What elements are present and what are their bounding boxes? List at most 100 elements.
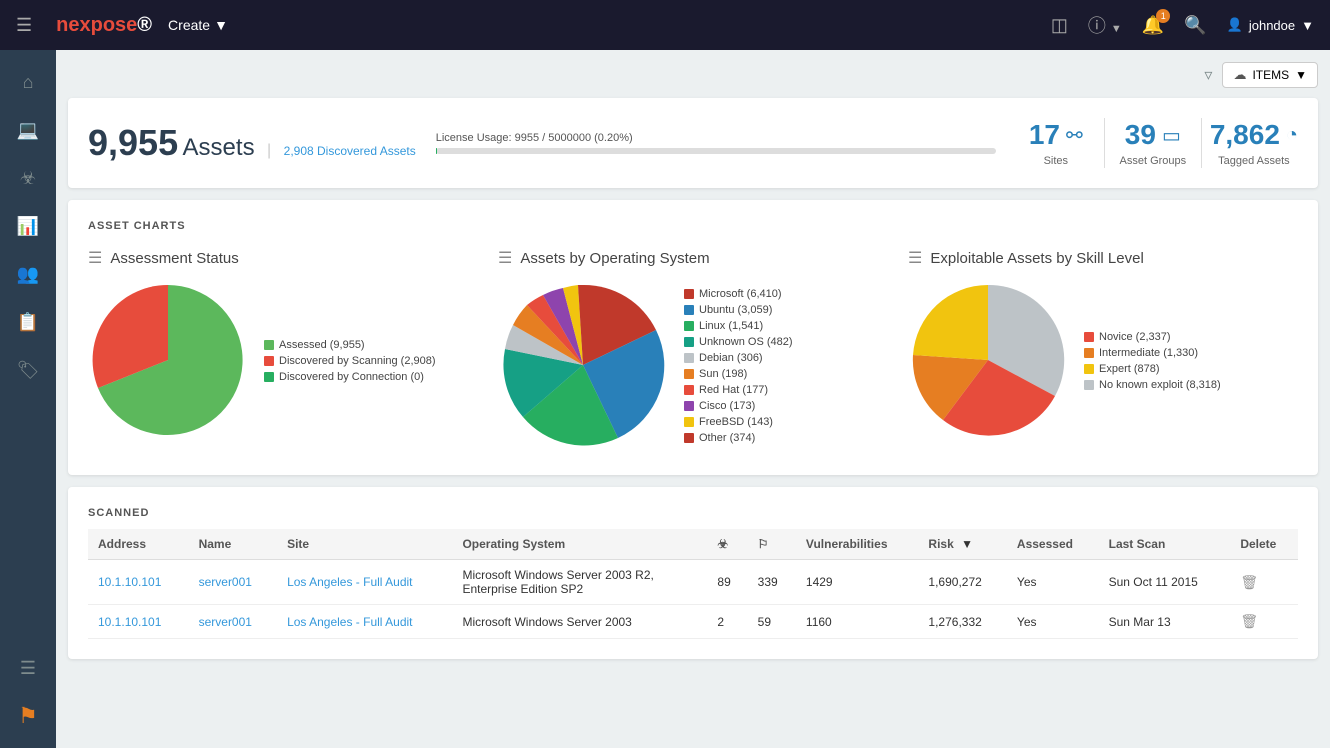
app-logo: nexpose® <box>56 14 152 37</box>
total-assets-count: 9,955 <box>88 122 178 163</box>
sidebar-item-list[interactable]: ☰ <box>8 648 48 688</box>
cell-vuln1: 2 <box>707 605 747 639</box>
delete-button[interactable]: 🗑 <box>1240 613 1258 630</box>
cell-site: Los Angeles - Full Audit <box>277 605 452 639</box>
groups-count: 39 <box>1125 119 1156 151</box>
user-chevron-icon: ▼ <box>1301 18 1314 33</box>
assessment-legend: Assessed (9,955) Discovered by Scanning … <box>264 339 436 387</box>
license-section: License Usage: 9955 / 5000000 (0.20%) <box>436 132 996 154</box>
cell-vuln2: 59 <box>748 605 796 639</box>
sites-stat: 17 ⚯ Sites <box>1016 119 1096 167</box>
table-header: Address Name Site Operating System ☣ ⚐ V… <box>88 529 1298 560</box>
items-button[interactable]: ☁ ITEMS ▼ <box>1222 62 1318 88</box>
groups-label: Asset Groups <box>1120 155 1187 167</box>
charts-grid: ☰ Assessment Status <box>88 248 1298 455</box>
sidebar-item-home[interactable]: ⌂ <box>8 62 48 102</box>
scanned-section-label: SCANNED <box>88 507 1298 519</box>
legend-item-cisco: Cisco (173) <box>684 400 793 412</box>
cloud-icon: ☁ <box>1233 67 1246 83</box>
license-text: License Usage: 9955 / 5000000 (0.20%) <box>436 132 996 144</box>
cell-address: 10.1.10.101 <box>88 605 189 639</box>
cell-site: Los Angeles - Full Audit <box>277 560 452 605</box>
legend-item-connection: Discovered by Connection (0) <box>264 371 436 383</box>
notification-badge: 1 <box>1156 9 1170 23</box>
col-address: Address <box>88 529 189 560</box>
grid-icon[interactable]: ◫ <box>1051 15 1068 36</box>
sidebar-item-assets[interactable]: 💻 <box>8 110 48 150</box>
license-bar-background <box>436 148 996 154</box>
filter-icon[interactable]: ▿ <box>1204 65 1212 85</box>
col-name: Name <box>189 529 277 560</box>
table-row: 10.1.10.101 server001 Los Angeles - Full… <box>88 560 1298 605</box>
exploitable-legend: Novice (2,337) Intermediate (1,330) Expe… <box>1084 331 1221 395</box>
items-chevron-icon: ▼ <box>1295 68 1307 82</box>
legend-item-freebsd: FreeBSD (143) <box>684 416 793 428</box>
user-avatar-icon: 👤 <box>1227 17 1243 33</box>
groups-stat: 39 ▭ Asset Groups <box>1113 119 1193 167</box>
legend-item-sun: Sun (198) <box>684 368 793 380</box>
cell-last-scan: Sun Oct 11 2015 <box>1099 560 1231 605</box>
cell-assessed: Yes <box>1007 560 1099 605</box>
hamburger-menu[interactable]: ☰ <box>16 15 32 36</box>
help-icon[interactable]: ⓘ ▼ <box>1088 12 1122 38</box>
sidebar-item-nexpose-logo[interactable]: ⚑ <box>8 696 48 736</box>
assessment-chart: ☰ Assessment Status <box>88 248 478 455</box>
assessment-chart-menu-icon[interactable]: ☰ <box>88 248 102 268</box>
scanned-card: SCANNED Address Name Site Operating Syst… <box>68 487 1318 659</box>
legend-item-redhat: Red Hat (177) <box>684 384 793 396</box>
create-button[interactable]: Create ▼ <box>168 17 228 33</box>
main-layout: ⌂ 💻 ☣ 📊 👥 📋 🏷 ☰ ⚑ ▿ ☁ ITEMS ▼ 9,955 Asse… <box>0 50 1330 748</box>
sidebar-item-policies[interactable]: 👥 <box>8 254 48 294</box>
discovered-assets-label: 2,908 Discovered Assets <box>284 144 416 158</box>
os-chart-menu-icon[interactable]: ☰ <box>498 248 512 268</box>
col-risk[interactable]: Risk ▼ <box>918 529 1007 560</box>
search-icon[interactable]: 🔍 <box>1184 15 1206 36</box>
sidebar-item-tasks[interactable]: 📋 <box>8 302 48 342</box>
cell-os: Microsoft Windows Server 2003 <box>452 605 707 639</box>
col-vuln-icon1: ☣ <box>707 529 747 560</box>
os-legend: Microsoft (6,410) Ubuntu (3,059) Linux (… <box>684 288 793 448</box>
exploitable-chart-menu-icon[interactable]: ☰ <box>908 248 922 268</box>
legend-dot-scanning <box>264 356 274 366</box>
cell-risk: 1,276,332 <box>918 605 1007 639</box>
stat-group: 17 ⚯ Sites 39 ▭ Asset Groups <box>1016 118 1298 168</box>
stats-card: 9,955 Assets | 2,908 Discovered Assets L… <box>68 98 1318 188</box>
legend-item-scanning: Discovered by Scanning (2,908) <box>264 355 436 367</box>
sidebar-item-reports[interactable]: 📊 <box>8 206 48 246</box>
os-pie-chart <box>498 280 668 455</box>
user-menu[interactable]: 👤 johndoe ▼ <box>1227 17 1314 33</box>
sites-count: 17 <box>1029 119 1060 151</box>
license-bar-fill <box>436 148 437 154</box>
filter-bar: ▿ ☁ ITEMS ▼ <box>68 62 1318 88</box>
col-last-scan: Last Scan <box>1099 529 1231 560</box>
sidebar-item-vulnerabilities[interactable]: ☣ <box>8 158 48 198</box>
cell-vuln1: 89 <box>707 560 747 605</box>
assessment-chart-title: Assessment Status <box>110 250 238 267</box>
exploitable-chart: ☰ Exploitable Assets by Skill Level <box>908 248 1298 455</box>
delete-button[interactable]: 🗑 <box>1240 574 1258 591</box>
sidebar-item-tags[interactable]: 🏷 <box>8 350 48 390</box>
col-vulnerabilities: Vulnerabilities <box>796 529 919 560</box>
scanned-table: Address Name Site Operating System ☣ ⚐ V… <box>88 529 1298 639</box>
cell-vuln2: 339 <box>748 560 796 605</box>
legend-item-assessed: Assessed (9,955) <box>264 339 436 351</box>
charts-card: ASSET CHARTS ☰ Assessment Status <box>68 200 1318 475</box>
cell-last-scan: Sun Mar 13 <box>1099 605 1231 639</box>
legend-item-unknown-os: Unknown OS (482) <box>684 336 793 348</box>
table-row: 10.1.10.101 server001 Los Angeles - Full… <box>88 605 1298 639</box>
groups-icon: ▭ <box>1162 123 1181 148</box>
cell-os: Microsoft Windows Server 2003 R2,Enterpr… <box>452 560 707 605</box>
legend-item-ubuntu: Ubuntu (3,059) <box>684 304 793 316</box>
tagged-count: 7,862 <box>1210 119 1280 151</box>
cell-name: server001 <box>189 560 277 605</box>
tagged-label: Tagged Assets <box>1218 155 1290 167</box>
notifications-icon[interactable]: 🔔 1 <box>1142 15 1164 36</box>
cell-address: 10.1.10.101 <box>88 560 189 605</box>
exploitable-chart-content: Novice (2,337) Intermediate (1,330) Expe… <box>908 280 1298 445</box>
legend-item-microsoft: Microsoft (6,410) <box>684 288 793 300</box>
tagged-icon: ◔ <box>1286 124 1298 147</box>
legend-dot-connection <box>264 372 274 382</box>
legend-item-linux: Linux (1,541) <box>684 320 793 332</box>
legend-item-expert: Expert (878) <box>1084 363 1221 375</box>
asset-count-section: 9,955 Assets | 2,908 Discovered Assets <box>88 122 416 164</box>
